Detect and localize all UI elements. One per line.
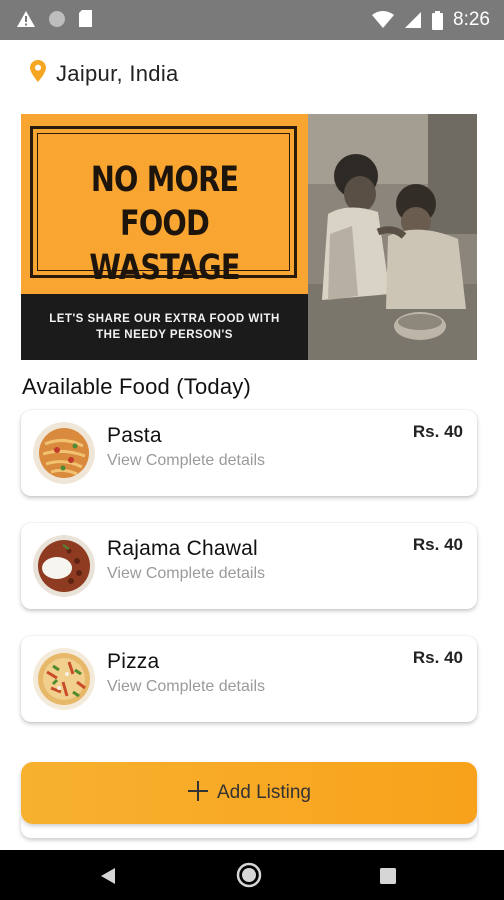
location-selector[interactable]: Jaipur, India bbox=[30, 60, 179, 87]
circle-status-icon bbox=[48, 10, 66, 28]
banner-subline2: THE NEEDY PERSON'S bbox=[96, 329, 233, 341]
banner-headline: NO MORE FOOD WASTAGE bbox=[47, 158, 282, 290]
battery-icon bbox=[432, 10, 444, 30]
food-card-pasta[interactable]: Pasta View Complete details Rs. 40 bbox=[21, 410, 477, 496]
view-details-link[interactable]: View Complete details bbox=[107, 678, 265, 696]
children-eating-photo bbox=[308, 114, 477, 360]
food-card-pizza[interactable]: Pizza View Complete details Rs. 40 bbox=[21, 636, 477, 722]
food-card-rajama-chawal[interactable]: Rajama Chawal View Complete details Rs. … bbox=[21, 523, 477, 609]
status-bar: 8:26 bbox=[0, 0, 504, 40]
location-text: Jaipur, India bbox=[56, 60, 179, 86]
food-name: Pasta bbox=[107, 424, 162, 447]
pasta-image bbox=[33, 422, 95, 484]
add-listing-button[interactable]: Add Listing bbox=[21, 762, 477, 824]
pizza-image bbox=[33, 648, 95, 710]
navigation-bar bbox=[0, 850, 504, 900]
food-name: Rajama Chawal bbox=[107, 537, 258, 560]
wifi-icon bbox=[372, 11, 395, 29]
signal-icon bbox=[404, 11, 422, 29]
food-price: Rs. 40 bbox=[412, 648, 463, 667]
clock-time: 8:26 bbox=[453, 9, 490, 30]
home-nav-icon[interactable] bbox=[236, 862, 262, 893]
warning-icon bbox=[16, 10, 36, 28]
recents-nav-icon[interactable] bbox=[380, 868, 396, 889]
sd-card-icon bbox=[78, 9, 93, 28]
food-price: Rs. 40 bbox=[412, 535, 463, 554]
plus-icon bbox=[187, 780, 209, 807]
add-listing-label: Add Listing bbox=[216, 782, 311, 803]
available-food-title: Available Food (Today) bbox=[22, 374, 252, 399]
location-pin-icon bbox=[30, 60, 46, 87]
banner-headline-line1: NO MORE FOOD bbox=[90, 160, 239, 244]
food-price: Rs. 40 bbox=[412, 422, 463, 441]
banner-subline1: LET'S SHARE OUR EXTRA FOOD WITH bbox=[49, 313, 280, 325]
view-details-link[interactable]: View Complete details bbox=[107, 565, 265, 583]
banner-subtext: LET'S SHARE OUR EXTRA FOOD WITH THE NEED… bbox=[21, 311, 308, 343]
banner-headline-line2: WASTAGE bbox=[89, 248, 240, 288]
promo-banner: NO MORE FOOD WASTAGE LET'S SHARE OUR EXT… bbox=[21, 114, 477, 360]
food-name: Pizza bbox=[107, 650, 160, 673]
rajama-chawal-image bbox=[33, 535, 95, 597]
view-details-link[interactable]: View Complete details bbox=[107, 452, 265, 470]
back-nav-icon[interactable] bbox=[100, 867, 116, 890]
